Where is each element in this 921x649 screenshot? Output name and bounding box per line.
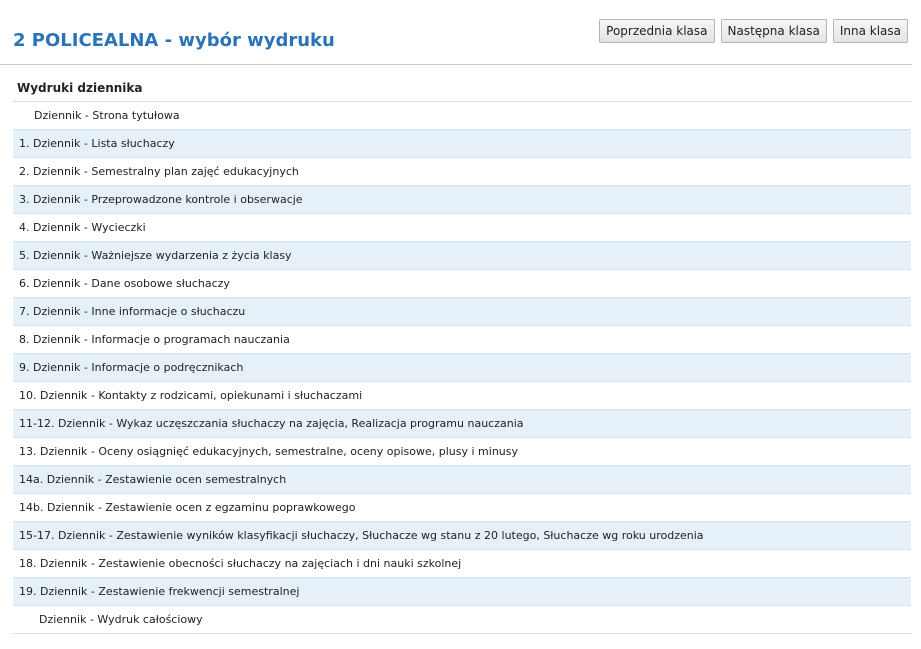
- printout-link[interactable]: 4. Dziennik - Wycieczki: [19, 221, 146, 234]
- printout-link[interactable]: 9. Dziennik - Informacje o podręcznikach: [19, 361, 243, 374]
- printouts-table: Wydruki dziennika Dziennik - Strona tytu…: [13, 74, 911, 634]
- printout-link[interactable]: 14a. Dziennik - Zestawienie ocen semestr…: [19, 473, 286, 486]
- printout-link[interactable]: 2. Dziennik - Semestralny plan zajęć edu…: [19, 165, 299, 178]
- printout-link[interactable]: 5. Dziennik - Ważniejsze wydarzenia z ży…: [19, 249, 292, 262]
- table-row[interactable]: 14b. Dziennik - Zestawienie ocen z egzam…: [13, 494, 911, 522]
- next-class-button[interactable]: Następna klasa: [720, 19, 827, 43]
- table-row[interactable]: 13. Dziennik - Oceny osiągnięć edukacyjn…: [13, 438, 911, 466]
- printout-link[interactable]: 1. Dziennik - Lista słuchaczy: [19, 137, 175, 150]
- printout-link[interactable]: 18. Dziennik - Zestawienie obecności słu…: [19, 557, 461, 570]
- table-row[interactable]: 5. Dziennik - Ważniejsze wydarzenia z ży…: [13, 242, 911, 270]
- printout-link[interactable]: 13. Dziennik - Oceny osiągnięć edukacyjn…: [19, 445, 518, 458]
- table-row[interactable]: 15-17. Dziennik - Zestawienie wyników kl…: [13, 522, 911, 550]
- table-heading: Wydruki dziennika: [13, 74, 911, 102]
- printout-link[interactable]: 8. Dziennik - Informacje o programach na…: [19, 333, 290, 346]
- printout-link[interactable]: 6. Dziennik - Dane osobowe słuchaczy: [19, 277, 230, 290]
- title-divider: [0, 64, 912, 65]
- table-row[interactable]: 18. Dziennik - Zestawienie obecności słu…: [13, 550, 911, 578]
- table-row[interactable]: 2. Dziennik - Semestralny plan zajęć edu…: [13, 158, 911, 186]
- table-row[interactable]: 4. Dziennik - Wycieczki: [13, 214, 911, 242]
- table-row[interactable]: 9. Dziennik - Informacje o podręcznikach: [13, 354, 911, 382]
- other-class-button[interactable]: Inna klasa: [832, 19, 908, 43]
- printout-link[interactable]: 10. Dziennik - Kontakty z rodzicami, opi…: [19, 389, 362, 402]
- class-navigation-toolbar: Poprzednia klasa Następna klasa Inna kla…: [599, 19, 908, 43]
- printout-link[interactable]: 7. Dziennik - Inne informacje o słuchacz…: [19, 305, 245, 318]
- page-title: 2 POLICEALNA - wybór wydruku: [13, 30, 335, 51]
- table-row[interactable]: 8. Dziennik - Informacje o programach na…: [13, 326, 911, 354]
- table-row[interactable]: 14a. Dziennik - Zestawienie ocen semestr…: [13, 466, 911, 494]
- printout-link[interactable]: 15-17. Dziennik - Zestawienie wyników kl…: [19, 529, 704, 542]
- table-row[interactable]: 7. Dziennik - Inne informacje o słuchacz…: [13, 298, 911, 326]
- page: 2 POLICEALNA - wybór wydruku Poprzednia …: [0, 0, 921, 649]
- table-row[interactable]: 1. Dziennik - Lista słuchaczy: [13, 130, 911, 158]
- printout-link[interactable]: 11-12. Dziennik - Wykaz uczęszczania słu…: [19, 417, 524, 430]
- table-row[interactable]: 6. Dziennik - Dane osobowe słuchaczy: [13, 270, 911, 298]
- table-row[interactable]: 10. Dziennik - Kontakty z rodzicami, opi…: [13, 382, 911, 410]
- printout-link[interactable]: 14b. Dziennik - Zestawienie ocen z egzam…: [19, 501, 355, 514]
- printout-link[interactable]: Dziennik - Wydruk całościowy: [39, 613, 203, 626]
- table-row[interactable]: Dziennik - Wydruk całościowy: [13, 606, 911, 634]
- printout-link[interactable]: 3. Dziennik - Przeprowadzone kontrole i …: [19, 193, 303, 206]
- printout-link[interactable]: 19. Dziennik - Zestawienie frekwencji se…: [19, 585, 299, 598]
- table-row[interactable]: Dziennik - Strona tytułowa: [13, 102, 911, 130]
- table-row[interactable]: 19. Dziennik - Zestawienie frekwencji se…: [13, 578, 911, 606]
- printout-link[interactable]: Dziennik - Strona tytułowa: [34, 109, 180, 122]
- previous-class-button[interactable]: Poprzednia klasa: [599, 19, 715, 43]
- table-row[interactable]: 3. Dziennik - Przeprowadzone kontrole i …: [13, 186, 911, 214]
- table-row[interactable]: 11-12. Dziennik - Wykaz uczęszczania słu…: [13, 410, 911, 438]
